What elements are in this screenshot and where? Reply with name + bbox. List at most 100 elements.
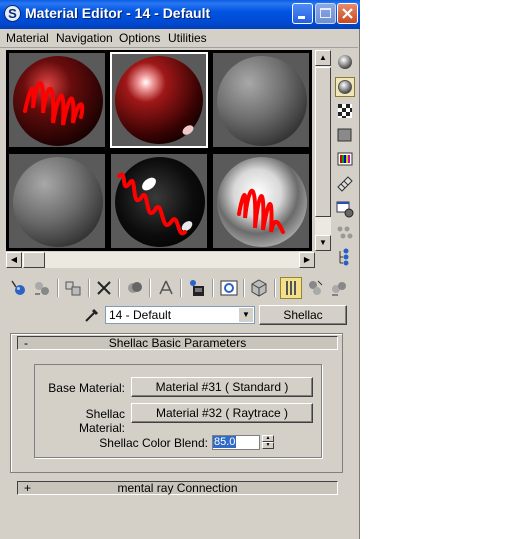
sample-slot-4[interactable] xyxy=(8,153,106,249)
go-to-parent-button[interactable] xyxy=(304,277,326,299)
material-name-field[interactable]: 14 - Default ▼ xyxy=(105,306,255,324)
sample-slots-grid xyxy=(6,50,312,251)
app-icon: S xyxy=(4,5,21,22)
sample-type-button[interactable] xyxy=(335,52,355,72)
scroll-thumb[interactable] xyxy=(23,252,45,268)
make-unique-icon xyxy=(159,280,173,295)
toolbar-separator xyxy=(149,279,151,297)
sample-uv-tiling-button[interactable] xyxy=(335,125,355,145)
scroll-down-button[interactable]: ▼ xyxy=(315,235,331,251)
shellac-color-blend-label: Shellac Color Blend: xyxy=(99,436,208,450)
window-title: Material Editor - 14 - Default xyxy=(25,5,211,21)
video-color-check-button[interactable] xyxy=(335,149,355,169)
maximize-icon xyxy=(320,8,331,18)
x-icon xyxy=(97,281,111,295)
navigator-tree-icon xyxy=(339,248,349,266)
chevron-down-icon[interactable]: ▼ xyxy=(239,308,253,322)
assign-material-icon xyxy=(65,281,81,296)
put-to-scene-icon xyxy=(35,282,49,295)
material-sphere-icon xyxy=(115,157,205,247)
minimize-button[interactable] xyxy=(292,3,313,24)
base-material-button[interactable]: Material #31 ( Standard ) xyxy=(131,377,313,397)
show-end-result-icon xyxy=(286,281,296,295)
put-to-library-icon xyxy=(190,280,204,296)
material-effects-channel-button[interactable] xyxy=(218,277,240,299)
toolbar-separator xyxy=(212,279,214,297)
scroll-right-button[interactable]: ▶ xyxy=(299,252,315,268)
get-material-button[interactable] xyxy=(7,277,29,299)
put-material-to-scene-button[interactable] xyxy=(31,277,53,299)
scroll-up-button[interactable]: ▲ xyxy=(315,50,331,66)
scroll-left-button[interactable]: ◀ xyxy=(6,252,22,268)
spinner-up-icon[interactable]: ▲ xyxy=(262,435,274,442)
slots-vertical-scrollbar[interactable]: ▲ ▼ xyxy=(315,50,331,251)
eyedropper-icon xyxy=(85,308,99,322)
menu-options[interactable]: Options xyxy=(119,29,160,47)
toolbar-separator xyxy=(57,279,59,297)
backlight-sphere-icon xyxy=(338,80,352,94)
material-editor-window: S Material Editor - 14 - Default Materia… xyxy=(0,0,360,539)
menu-utilities[interactable]: Utilities xyxy=(168,29,207,47)
material-navigator-button[interactable] xyxy=(335,247,355,267)
backlight-button[interactable] xyxy=(335,77,355,97)
title-bar[interactable]: S Material Editor - 14 - Default xyxy=(0,0,360,29)
show-map-in-viewport-button[interactable] xyxy=(248,277,270,299)
toolbar-separator xyxy=(243,279,245,297)
make-unique-button[interactable] xyxy=(155,277,177,299)
make-material-copy-button[interactable] xyxy=(124,277,146,299)
show-map-cube-icon xyxy=(251,279,267,297)
shellac-color-blend-value: 85.0 xyxy=(213,436,237,448)
show-end-result-button[interactable] xyxy=(280,277,302,299)
slots-horizontal-scrollbar[interactable]: ◀ ▶ xyxy=(6,252,315,268)
close-icon xyxy=(342,8,353,19)
material-sphere-icon xyxy=(217,56,307,146)
shellac-material-button[interactable]: Material #32 ( Raytrace ) xyxy=(131,403,313,423)
rollout-expand-sign: + xyxy=(24,481,32,495)
pick-material-from-object-button[interactable] xyxy=(82,306,100,324)
toolbar-separator xyxy=(180,279,182,297)
go-forward-to-sibling-button[interactable] xyxy=(328,277,350,299)
menu-navigation[interactable]: Navigation xyxy=(56,29,113,47)
get-material-icon xyxy=(11,280,25,295)
select-by-material-icon xyxy=(337,226,353,239)
toolbar-separator xyxy=(274,279,276,297)
copy-material-icon xyxy=(128,282,142,293)
assign-material-button[interactable] xyxy=(62,277,84,299)
shellac-color-blend-spinner[interactable]: ▲ ▼ xyxy=(262,435,274,450)
shellac-material-label: Shellac Material: xyxy=(78,407,125,435)
sample-slot-5[interactable] xyxy=(110,153,208,249)
maximize-button[interactable] xyxy=(315,3,336,24)
make-preview-button[interactable] xyxy=(335,173,355,193)
background-button[interactable] xyxy=(335,101,355,121)
put-to-library-button[interactable] xyxy=(186,277,208,299)
go-to-sibling-icon xyxy=(332,282,346,296)
square-tile-icon xyxy=(337,128,352,142)
sample-slot-2[interactable] xyxy=(110,52,208,148)
scroll-thumb[interactable] xyxy=(315,67,331,217)
sample-slot-3[interactable] xyxy=(212,52,310,148)
options-icon xyxy=(336,201,354,218)
color-check-icon xyxy=(337,152,353,166)
sample-slot-1[interactable] xyxy=(8,52,106,148)
sphere-icon xyxy=(338,55,352,69)
close-button[interactable] xyxy=(337,3,358,24)
material-sphere-icon xyxy=(13,157,103,247)
film-icon xyxy=(337,176,353,192)
base-material-label: Base Material: xyxy=(48,381,125,395)
checker-icon xyxy=(338,104,352,118)
spinner-down-icon[interactable]: ▼ xyxy=(262,442,274,449)
go-to-parent-icon xyxy=(309,280,323,295)
rollout-title: mental ray Connection xyxy=(117,481,238,495)
toolbar-separator xyxy=(88,279,90,297)
mental-ray-rollout-header[interactable]: + mental ray Connection xyxy=(17,481,338,495)
options-button[interactable] xyxy=(335,199,355,219)
toolbar-separator xyxy=(118,279,120,297)
select-by-material-button[interactable] xyxy=(335,223,355,243)
shellac-color-blend-input[interactable]: 85.0 xyxy=(212,435,260,450)
minimize-icon xyxy=(298,16,305,19)
basic-parameters-rollout-header[interactable]: - Shellac Basic Parameters xyxy=(17,336,338,350)
reset-map-button[interactable] xyxy=(93,277,115,299)
material-type-button[interactable]: Shellac xyxy=(259,305,347,325)
sample-slot-6[interactable] xyxy=(212,153,310,249)
menu-material[interactable]: Material xyxy=(6,29,49,47)
